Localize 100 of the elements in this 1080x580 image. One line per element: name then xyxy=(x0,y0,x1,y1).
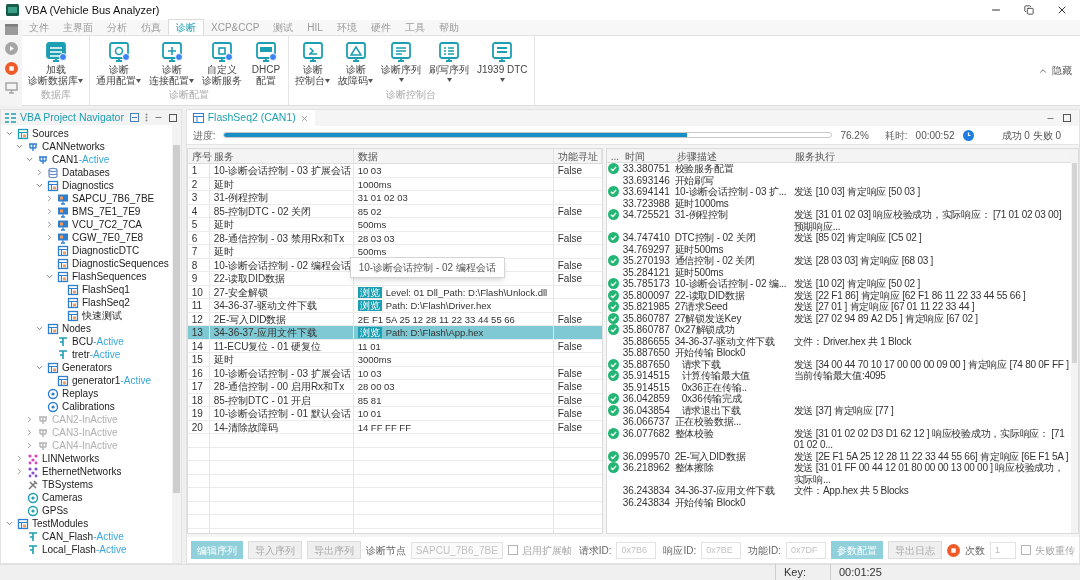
chevron-right-icon[interactable] xyxy=(45,194,54,203)
ribbon-button[interactable]: 诊断 连接配置 xyxy=(147,40,196,86)
maximize-icon[interactable] xyxy=(1063,114,1071,122)
ribbon-button[interactable]: 诊断 通用配置 xyxy=(94,40,143,86)
close-icon[interactable] xyxy=(1056,4,1068,16)
column-header[interactable]: 步骤描述 xyxy=(672,149,791,164)
monitor-icon[interactable] xyxy=(4,82,18,94)
table-row[interactable]: 11 34-36-37-驱动文件下载 浏览 Path: D:\Flash\Driver.hex xyxy=(187,299,602,313)
id-field[interactable]: 0x7DF xyxy=(786,541,826,559)
ribbon-button[interactable]: 自定义 诊断服务 xyxy=(200,40,244,86)
table-cell-text: 33.380751 xyxy=(621,163,670,175)
field-label: 功能ID: xyxy=(748,543,781,558)
stop-icon[interactable] xyxy=(947,543,960,557)
table-row[interactable]: 15 延时 3000ms xyxy=(187,353,602,367)
ribbon-button[interactable]: 诊断 故障码 xyxy=(336,40,375,86)
tree-item[interactable]: Generators xyxy=(1,361,172,374)
ribbon-button[interactable]: J1939 DTC xyxy=(475,40,530,86)
ribbon-button[interactable]: 加载 诊断数据库 xyxy=(26,40,85,86)
tree-item[interactable]: Replays xyxy=(1,387,172,400)
chevron-down-icon[interactable] xyxy=(35,181,44,190)
tree-node-icon xyxy=(37,439,49,452)
tree-item[interactable]: GPSs xyxy=(1,504,172,517)
tree-item[interactable]: generator1-Active xyxy=(1,374,172,387)
column-header[interactable]: ... xyxy=(606,149,621,164)
tree-item[interactable]: Sources xyxy=(1,127,172,140)
tree-node-icon xyxy=(57,244,69,257)
id-field[interactable]: 0x7B6 xyxy=(616,541,657,559)
chevron-down-icon[interactable] xyxy=(35,363,44,372)
tree-item[interactable]: DiagnosticDTC xyxy=(1,244,172,257)
checkbox-box[interactable] xyxy=(507,545,518,555)
tree-item[interactable]: Local_Flash-Active xyxy=(1,543,172,556)
column-header[interactable]: 服务执行 xyxy=(790,149,1071,164)
tree-item[interactable]: TBSystems xyxy=(1,478,172,491)
chevron-down-icon[interactable] xyxy=(45,272,54,281)
table-row[interactable]: 17 28-通信控制 - 00 启用Rx和Tx 28 00 03 False xyxy=(187,380,602,394)
stop-icon[interactable] xyxy=(4,62,18,75)
chevron-down-icon[interactable] xyxy=(5,129,14,138)
table-cell-text: 36.077682 xyxy=(621,427,670,441)
tree-item[interactable]: Nodes xyxy=(1,322,172,335)
table-cell-text: 10-诊断会话控制 - 02 编... xyxy=(673,278,787,290)
tree-item[interactable]: BCU-Active xyxy=(1,335,172,348)
ribbon-button[interactable]: 诊断 控制台 xyxy=(293,40,332,86)
maximize-icon[interactable] xyxy=(168,113,177,122)
table-row[interactable]: 3 31-例程控制 31 01 02 03 xyxy=(187,191,602,205)
ribbon-button[interactable]: 诊断序列 xyxy=(379,40,423,86)
tree-item[interactable]: CANNetworks xyxy=(1,140,172,153)
chevron-right-icon[interactable] xyxy=(15,454,24,463)
tree-item[interactable]: 快速测试 xyxy=(1,309,172,322)
tree-item[interactable]: LINNetworks xyxy=(1,452,172,465)
progress-percent: 76.2% xyxy=(840,128,869,143)
tree-item[interactable]: CAN1-Active xyxy=(1,153,172,166)
scrollbar[interactable] xyxy=(171,125,181,563)
table-row[interactable]: 19 10-诊断会话控制 - 01 默认会话 10 01 False xyxy=(187,407,602,421)
tree-item[interactable]: FlashSequences xyxy=(1,270,172,283)
ribbon-button[interactable]: 刷写序列 xyxy=(427,40,471,86)
chevron-down-icon[interactable] xyxy=(35,324,44,333)
tree-item[interactable]: Calibrations xyxy=(1,400,172,413)
tree-item[interactable]: BMS_7E1_7E9 xyxy=(1,205,172,218)
table-row[interactable]: 5 延时 500ms xyxy=(187,218,602,232)
chevron-right-icon[interactable] xyxy=(35,168,44,177)
chevron-down-icon[interactable] xyxy=(15,142,24,151)
table-row[interactable]: 13 34-36-37-应用文件下载 浏览 Path: D:\Flash\App.hex xyxy=(187,326,602,340)
tree-item[interactable]: Databases xyxy=(1,166,172,179)
more-options-icon[interactable] xyxy=(144,113,148,122)
checkbox-box[interactable] xyxy=(1021,545,1031,555)
chevron-right-icon[interactable] xyxy=(45,233,54,242)
tree-item[interactable]: tretr-Active xyxy=(1,348,172,361)
table-cell: 10-诊断会话控制 - 03 扩展会话 xyxy=(209,366,354,380)
id-field[interactable]: 0x7BE xyxy=(701,541,742,559)
chevron-right-icon[interactable] xyxy=(45,220,54,229)
monitor-icon xyxy=(43,40,68,64)
tree-item[interactable]: DiagnosticSequences xyxy=(1,257,172,270)
tree-item[interactable]: TestModules xyxy=(1,517,172,530)
tree-item[interactable]: CGW_7E0_7E8 xyxy=(1,231,172,244)
table-cell-text: False xyxy=(556,231,584,245)
table-cell-text: 延时500ms xyxy=(673,266,724,278)
play-icon[interactable] xyxy=(4,42,18,55)
chevron-right-icon[interactable] xyxy=(45,207,54,216)
tree-item[interactable]: EthernetNetworks xyxy=(1,465,172,478)
scrollbar[interactable] xyxy=(1071,149,1078,533)
chevron-down-icon[interactable] xyxy=(25,155,34,164)
tree-item[interactable]: SAPCU_7B6_7BE xyxy=(1,192,172,205)
table-cell: 34-36-37-驱动文件下载 xyxy=(209,299,354,312)
column-header[interactable]: 时间 xyxy=(620,149,673,164)
table-cell-text: 开始刷写 xyxy=(673,174,714,186)
folder-icon[interactable] xyxy=(4,24,18,35)
collapse-all-icon[interactable] xyxy=(129,113,139,122)
hide-ribbon-button[interactable]: 隐藏 xyxy=(1038,63,1072,78)
tree-item[interactable]: Diagnostics xyxy=(1,179,172,192)
table-row[interactable]: 7 延时 500ms xyxy=(187,245,602,259)
tree-item[interactable]: FlashSeq1 xyxy=(1,283,172,296)
ribbon-button[interactable]: DHCP 配置 xyxy=(248,40,284,86)
chevron-down-icon[interactable] xyxy=(5,519,14,528)
tree-item[interactable]: Cameras xyxy=(1,491,172,504)
restore-icon[interactable] xyxy=(1024,5,1034,15)
table-row[interactable]: 1 10-诊断会话控制 - 03 扩展会话 10 03 False xyxy=(187,164,602,178)
chevron-right-icon[interactable] xyxy=(15,467,24,476)
tree-item[interactable]: VCU_7C2_7CA xyxy=(1,218,172,231)
tree-item[interactable]: CAN_Flash-Active xyxy=(1,530,172,543)
tree-item[interactable]: FlashSeq2 xyxy=(1,296,172,309)
